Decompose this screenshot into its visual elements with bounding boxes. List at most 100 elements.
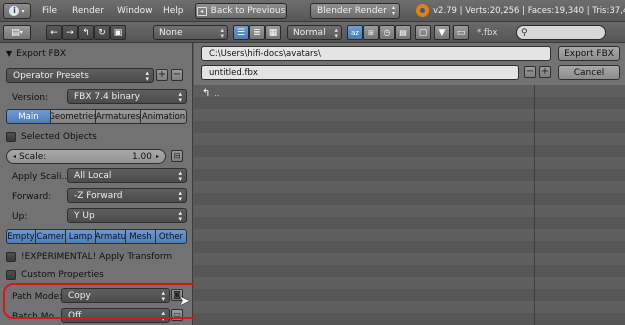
file-list-row [194,229,625,241]
checkbox-box [6,251,16,262]
object-type-armature[interactable]: Armatu [96,229,126,244]
apply-unit-scale-button[interactable]: ⊟ [171,150,183,162]
recursion-select[interactable]: None ▴ ▾ [153,25,228,40]
folder-icon: ▭ [456,27,466,38]
filter-folder-button[interactable]: ▭ [453,25,469,40]
menu-help[interactable]: Help [163,6,184,16]
filename-text: untitled.fbx [209,67,258,78]
cancel-button[interactable]: Cancel [558,65,620,80]
sort-alpha-icon: az [351,28,359,37]
back-icon: ◂ [196,6,207,16]
nav-forward-button[interactable]: → [62,25,78,40]
render-engine-select[interactable]: Blender Render ▴ ▾ [310,3,400,19]
remove-preset-button[interactable]: − [171,69,183,81]
chevron-updown-icon: ▴ ▾ [178,169,182,183]
version-select[interactable]: FBX 7.4 binary ▴ ▾ [67,89,187,104]
file-list-row [194,205,625,217]
sort-time-icon: ◷ [383,28,391,37]
hidden-files-icon: ▢ [418,27,428,38]
back-to-previous-label: Back to Previous [210,6,286,16]
nav-back-button[interactable]: ← [46,25,62,40]
chevron-updown-icon: ▴ ▾ [334,26,338,40]
sort-ext-button[interactable]: ⊞ [363,25,379,40]
file-list-row [194,193,625,205]
menu-render[interactable]: Render [72,6,104,16]
minus-icon: − [172,69,182,80]
up-label: Up: [12,212,28,222]
sort-time-button[interactable]: ◷ [379,25,395,40]
file-list-row [194,157,625,169]
object-types-toggle: Empty Camer Lamp Armatu Mesh Other [6,229,187,244]
parent-directory-button[interactable]: ↰ [78,25,94,40]
render-engine-value: Blender Render [317,6,387,16]
custom-properties-checkbox[interactable]: Custom Properties [6,267,187,282]
tab-geometries[interactable]: Geometries [51,109,96,124]
editor-type-filebrowser-button[interactable]: ▤ ▾ [3,25,31,40]
chevron-down-icon: ▾ [19,29,23,36]
sort-size-button[interactable]: ▤ [395,25,411,40]
filter-icon: ▼ [438,27,446,38]
apply-transform-checkbox[interactable]: !EXPERIMENTAL! Apply Transform [6,249,187,264]
file-list-row [194,181,625,193]
search-input[interactable]: ⚲ [516,25,606,40]
export-tabs: Main Geometries Armatures Animation [6,109,187,124]
display-thumbnails-button[interactable]: ▦ [265,25,281,40]
file-list-row [194,277,625,289]
back-to-previous-button[interactable]: ◂ Back to Previous [195,3,287,19]
scale-icon: ⊟ [173,151,181,160]
up-select[interactable]: Y Up ▴ ▾ [67,208,187,223]
tab-animation[interactable]: Animation [141,109,187,124]
export-fbx-button[interactable]: Export FBX [558,46,620,61]
menu-window[interactable]: Window [117,6,153,16]
display-short-list-button[interactable]: ☰ [233,25,249,40]
parent-dir-icon: ↰ [82,27,90,38]
apply-scalings-select[interactable]: All Local ▴ ▾ [67,168,187,183]
selected-objects-label: Selected Objects [21,131,97,142]
export-fbx-panel-header[interactable]: ▼ Export FBX [6,46,187,61]
scale-slider[interactable]: ◂ Scale: 1.00 ▸ [6,149,166,164]
display-long-list-button[interactable]: ≣ [249,25,265,40]
selected-objects-checkbox[interactable]: Selected Objects [6,129,187,144]
filename-input[interactable]: untitled.fbx [201,65,519,80]
minus-icon: − [525,66,535,77]
increment-filename-button[interactable]: + [539,66,551,78]
file-list-row [194,313,625,325]
file-list-row [194,241,625,253]
operator-presets-select[interactable]: Operator Presets ▴ ▾ [6,68,154,83]
directory-path-input[interactable]: C:\Users\hifi-docs\avatars\ [201,46,551,61]
plus-icon: + [157,69,167,80]
refresh-button[interactable]: ↻ [94,25,110,40]
tab-armatures[interactable]: Armatures [96,109,141,124]
object-type-camera[interactable]: Camer [36,229,66,244]
thumbnail-size-select[interactable]: Normal ▴ ▾ [287,25,342,40]
object-type-mesh[interactable]: Mesh [126,229,156,244]
new-directory-button[interactable]: ▣ [110,25,126,40]
custom-properties-label: Custom Properties [21,269,104,280]
sort-size-icon: ▤ [399,28,407,37]
sort-extension-icon: ⊞ [368,28,374,37]
object-type-other[interactable]: Other [156,229,187,244]
editor-type-button[interactable]: i ▾ [3,3,31,19]
file-list-row [194,217,625,229]
directory-path-text: C:\Users\hifi-docs\avatars\ [209,48,321,59]
filter-extension-text[interactable]: *.fbx [477,28,497,38]
object-type-lamp[interactable]: Lamp [66,229,96,244]
file-list-row [194,97,625,109]
sort-alpha-button[interactable]: az [347,25,363,40]
up-value: Y Up [74,210,95,221]
add-preset-button[interactable]: + [156,69,168,81]
decrement-filename-button[interactable]: − [524,66,536,78]
hide-dot-files-button[interactable]: ▢ [415,25,431,40]
forward-select[interactable]: -Z Forward ▴ ▾ [67,188,187,203]
checkbox-box [6,269,16,280]
tab-main[interactable]: Main [6,109,51,124]
parent-directory-entry[interactable]: ↰ .. [202,87,219,99]
file-list-row [194,289,625,301]
menu-file[interactable]: File [42,6,57,16]
object-type-empty[interactable]: Empty [6,229,36,244]
file-list-row [194,169,625,181]
chevron-updown-icon: ▴ ▾ [178,90,182,104]
forward-value: -Z Forward [74,190,123,201]
filter-button[interactable]: ▼ [434,25,450,40]
apply-scalings-value: All Local [74,170,112,181]
